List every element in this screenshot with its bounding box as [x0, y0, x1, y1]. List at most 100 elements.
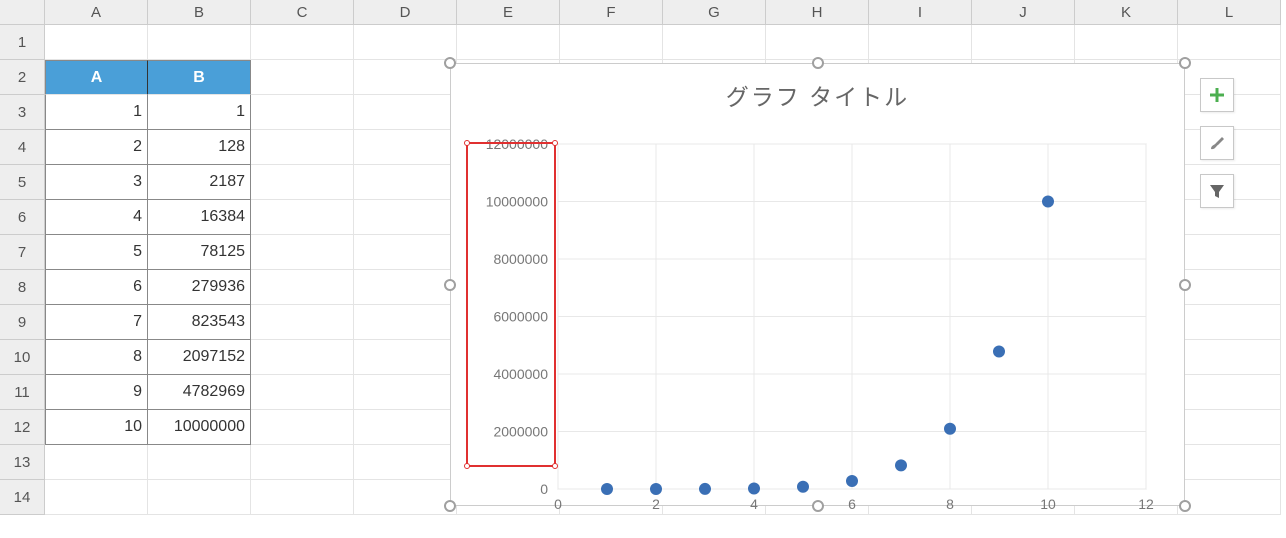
- cell-A6[interactable]: 4: [45, 200, 148, 235]
- row-header-14[interactable]: 14: [0, 480, 45, 515]
- cell-B6[interactable]: 16384: [148, 200, 251, 235]
- cell-A4[interactable]: 2: [45, 130, 148, 165]
- chart-title[interactable]: グラフ タイトル: [451, 64, 1184, 124]
- cell-C11[interactable]: [251, 375, 354, 410]
- chart-handle-sw[interactable]: [444, 500, 456, 512]
- cell-B1[interactable]: [148, 25, 251, 60]
- cell-G1[interactable]: [663, 25, 766, 60]
- cell-L8[interactable]: [1178, 270, 1281, 305]
- cell-A11[interactable]: 9: [45, 375, 148, 410]
- row-header-3[interactable]: 3: [0, 95, 45, 130]
- cell-B9[interactable]: 823543: [148, 305, 251, 340]
- cell-C9[interactable]: [251, 305, 354, 340]
- cell-D3[interactable]: [354, 95, 457, 130]
- cell-A7[interactable]: 5: [45, 235, 148, 270]
- col-header-D[interactable]: D: [354, 0, 457, 25]
- col-header-C[interactable]: C: [251, 0, 354, 25]
- cell-C14[interactable]: [251, 480, 354, 515]
- cell-I1[interactable]: [869, 25, 972, 60]
- cell-K1[interactable]: [1075, 25, 1178, 60]
- cell-D9[interactable]: [354, 305, 457, 340]
- embedded-chart[interactable]: グラフ タイトル 0246810120200000040000006000000…: [450, 63, 1185, 506]
- row-header-9[interactable]: 9: [0, 305, 45, 340]
- cell-A10[interactable]: 8: [45, 340, 148, 375]
- chart-handle-w[interactable]: [444, 279, 456, 291]
- cell-B12[interactable]: 10000000: [148, 410, 251, 445]
- col-header-E[interactable]: E: [457, 0, 560, 25]
- select-all-corner[interactable]: [0, 0, 45, 25]
- row-header-8[interactable]: 8: [0, 270, 45, 305]
- cell-A3[interactable]: 1: [45, 95, 148, 130]
- row-header-11[interactable]: 11: [0, 375, 45, 410]
- cell-A8[interactable]: 6: [45, 270, 148, 305]
- cell-D12[interactable]: [354, 410, 457, 445]
- cell-E1[interactable]: [457, 25, 560, 60]
- col-header-G[interactable]: G: [663, 0, 766, 25]
- row-header-5[interactable]: 5: [0, 165, 45, 200]
- col-header-L[interactable]: L: [1178, 0, 1281, 25]
- table-header-B[interactable]: B: [148, 60, 251, 95]
- chart-styles-button[interactable]: [1200, 126, 1234, 160]
- col-header-A[interactable]: A: [45, 0, 148, 25]
- cell-L14[interactable]: [1178, 480, 1281, 515]
- chart-handle-n[interactable]: [812, 57, 824, 69]
- cell-L10[interactable]: [1178, 340, 1281, 375]
- cell-B3[interactable]: 1: [148, 95, 251, 130]
- cell-A13[interactable]: [45, 445, 148, 480]
- cell-D7[interactable]: [354, 235, 457, 270]
- cell-F1[interactable]: [560, 25, 663, 60]
- cell-C5[interactable]: [251, 165, 354, 200]
- col-header-J[interactable]: J: [972, 0, 1075, 25]
- col-header-F[interactable]: F: [560, 0, 663, 25]
- cell-L7[interactable]: [1178, 235, 1281, 270]
- cell-A12[interactable]: 10: [45, 410, 148, 445]
- cell-D11[interactable]: [354, 375, 457, 410]
- cell-L1[interactable]: [1178, 25, 1281, 60]
- col-header-B[interactable]: B: [148, 0, 251, 25]
- cell-D10[interactable]: [354, 340, 457, 375]
- cell-C3[interactable]: [251, 95, 354, 130]
- cell-B5[interactable]: 2187: [148, 165, 251, 200]
- cell-D13[interactable]: [354, 445, 457, 480]
- cell-A9[interactable]: 7: [45, 305, 148, 340]
- cell-J1[interactable]: [972, 25, 1075, 60]
- cell-D1[interactable]: [354, 25, 457, 60]
- cell-D6[interactable]: [354, 200, 457, 235]
- cell-C1[interactable]: [251, 25, 354, 60]
- cell-C4[interactable]: [251, 130, 354, 165]
- y-axis-selection[interactable]: [466, 142, 556, 467]
- cell-H1[interactable]: [766, 25, 869, 60]
- chart-handle-se[interactable]: [1179, 500, 1191, 512]
- chart-plot-area[interactable]: 0246810120200000040000006000000800000010…: [451, 124, 1186, 524]
- table-header-A[interactable]: A: [45, 60, 148, 95]
- cell-C12[interactable]: [251, 410, 354, 445]
- cell-A14[interactable]: [45, 480, 148, 515]
- col-header-I[interactable]: I: [869, 0, 972, 25]
- chart-handle-nw[interactable]: [444, 57, 456, 69]
- cell-D14[interactable]: [354, 480, 457, 515]
- row-header-2[interactable]: 2: [0, 60, 45, 95]
- cell-A1[interactable]: [45, 25, 148, 60]
- cell-D5[interactable]: [354, 165, 457, 200]
- row-header-4[interactable]: 4: [0, 130, 45, 165]
- chart-handle-e[interactable]: [1179, 279, 1191, 291]
- cell-B13[interactable]: [148, 445, 251, 480]
- cell-L9[interactable]: [1178, 305, 1281, 340]
- cell-B4[interactable]: 128: [148, 130, 251, 165]
- cell-C8[interactable]: [251, 270, 354, 305]
- cell-D2[interactable]: [354, 60, 457, 95]
- chart-handle-ne[interactable]: [1179, 57, 1191, 69]
- cell-L11[interactable]: [1178, 375, 1281, 410]
- cell-C7[interactable]: [251, 235, 354, 270]
- cell-A5[interactable]: 3: [45, 165, 148, 200]
- row-header-1[interactable]: 1: [0, 25, 45, 60]
- cell-B11[interactable]: 4782969: [148, 375, 251, 410]
- col-header-K[interactable]: K: [1075, 0, 1178, 25]
- cell-C10[interactable]: [251, 340, 354, 375]
- cell-C6[interactable]: [251, 200, 354, 235]
- row-header-13[interactable]: 13: [0, 445, 45, 480]
- chart-handle-s[interactable]: [812, 500, 824, 512]
- cell-B10[interactable]: 2097152: [148, 340, 251, 375]
- cell-L13[interactable]: [1178, 445, 1281, 480]
- row-header-12[interactable]: 12: [0, 410, 45, 445]
